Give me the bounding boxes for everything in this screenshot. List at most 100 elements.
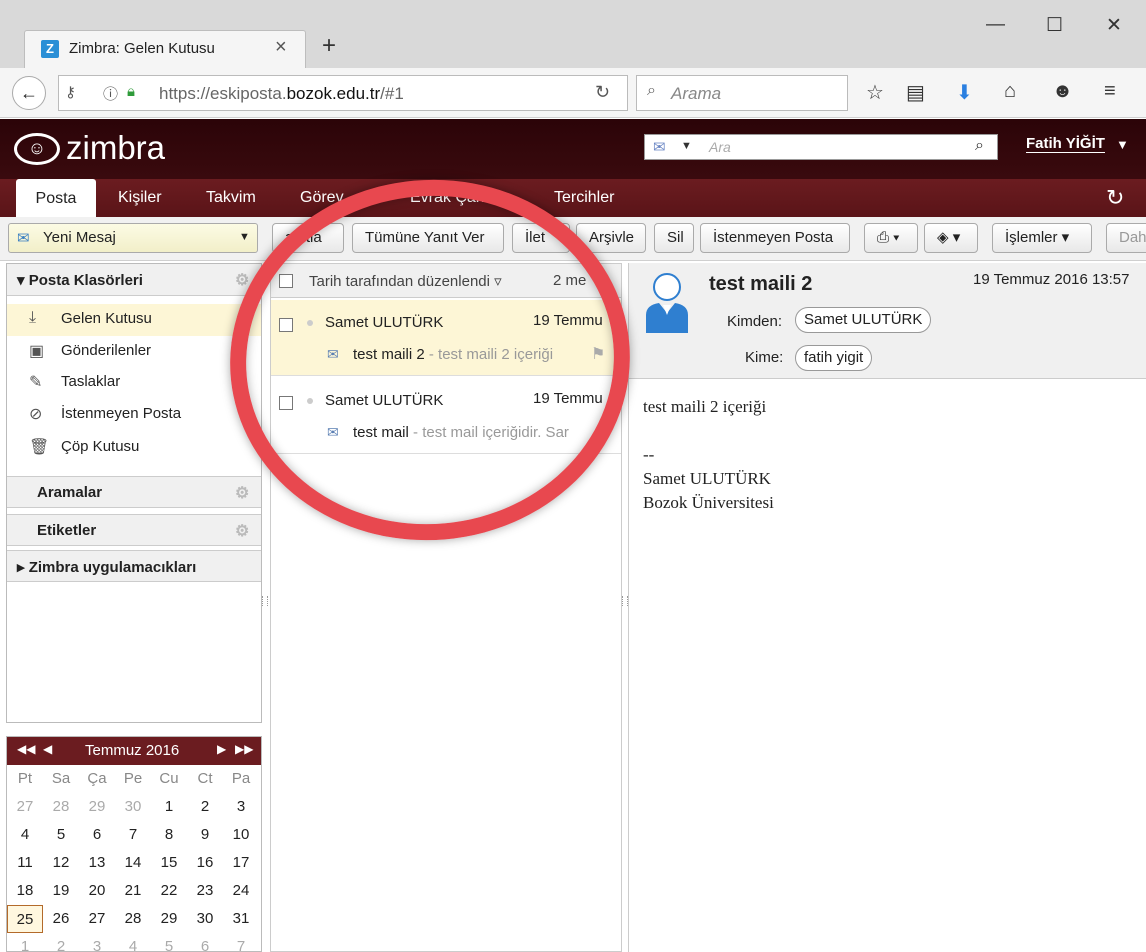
url-bar[interactable]: ⚷ ⓘ 🔒︎ https://eskiposta.bozok.edu.tr/#1… [58,75,628,111]
calendar-day[interactable]: 4 [115,933,151,952]
calendar-day[interactable]: 1 [151,793,187,821]
maximize-icon[interactable]: ☐ [1046,14,1063,37]
next-year-icon[interactable]: ▶▶ [235,742,253,756]
chevron-down-icon[interactable]: ▼ [1116,137,1129,152]
prev-year-icon[interactable]: ◀◀ [17,742,35,756]
calendar-day[interactable]: 19 [43,877,79,905]
calendar-day[interactable]: 28 [115,905,151,933]
from-address-bubble[interactable]: Samet ULUTÜRK [795,307,932,333]
calendar-day[interactable]: 8 [151,821,187,849]
back-arrow-icon[interactable]: ← [12,76,46,110]
calendar-day[interactable]: 29 [79,793,115,821]
home-icon[interactable]: ⌂ [1004,80,1016,103]
more-button[interactable]: Dah [1106,223,1146,253]
calendar-day[interactable]: 17 [223,849,259,877]
calendar-day[interactable]: 14 [115,849,151,877]
menu-icon[interactable]: ≡ [1104,80,1116,103]
reply-all-button[interactable]: Tümüne Yanıt Ver [352,223,504,253]
chevron-down-icon[interactable]: ▼ [239,231,250,243]
print-button[interactable]: ⎙ ▾ [864,223,918,253]
calendar-day[interactable]: 7 [223,933,259,952]
actions-button[interactable]: İşlemler ▾ [992,223,1092,253]
window-close-icon[interactable]: ✕ [1106,14,1122,37]
search-icon[interactable]: ⌕ [975,137,984,155]
message-row[interactable]: Samet ULUTÜRK 19 Temmu ✉ test maili 2 - … [271,300,621,376]
calendar-day[interactable]: 3 [223,793,259,821]
tab-tercihler[interactable]: Tercihler [554,189,614,207]
calendar-day[interactable]: 23 [187,877,223,905]
sidebar-splitter[interactable] [262,596,268,606]
zimlets-header[interactable]: ▸ Zimbra uygulamacıkları [7,550,261,582]
calendar-day[interactable]: 22 [151,877,187,905]
folder-trash[interactable]: 🗑︎ Çöp Kutusu [7,432,261,464]
calendar-day[interactable]: 7 [115,821,151,849]
searches-header[interactable]: Aramalar ⚙ [7,476,261,508]
select-all-checkbox[interactable] [279,274,293,288]
close-tab-icon[interactable]: × [275,36,287,59]
calendar-day[interactable]: 15 [151,849,187,877]
flag-icon[interactable]: ⚑ [591,344,605,364]
calendar-day[interactable]: 2 [187,793,223,821]
calendar-day[interactable]: 21 [115,877,151,905]
chat-icon[interactable]: ☻ [1052,80,1073,103]
gear-icon[interactable]: ⚙ [235,521,249,541]
folder-drafts[interactable]: ✎ Taslaklar [7,367,261,399]
calendar-day[interactable]: 6 [79,821,115,849]
gear-icon[interactable]: ⚙ [235,270,249,290]
sort-label[interactable]: Tarih tarafından düzenlendi ▿ [309,272,502,290]
calendar-day[interactable]: 28 [43,793,79,821]
tab-posta[interactable]: Posta [16,179,96,217]
gear-icon[interactable]: ⚙ [235,483,249,503]
calendar-day[interactable]: 31 [223,905,259,933]
prev-month-icon[interactable]: ◀ [43,742,52,756]
calendar-day[interactable]: 5 [151,933,187,952]
reading-list-icon[interactable]: ▤ [906,80,925,105]
row-checkbox[interactable] [279,396,293,410]
calendar-day[interactable]: 25 [7,905,43,933]
mail-folders-header[interactable]: ▾ Posta Klasörleri ⚙ [7,264,261,296]
delete-button[interactable]: Sil [654,223,694,253]
calendar-day[interactable]: 11 [7,849,43,877]
reload-icon[interactable]: ↻ [595,82,610,103]
archive-button[interactable]: Arşivle [576,223,646,253]
calendar-day[interactable]: 4 [7,821,43,849]
calendar-day[interactable]: 9 [187,821,223,849]
info-icon[interactable]: ⓘ [103,83,118,104]
browser-search-box[interactable]: ⌕ Arama [636,75,848,111]
bookmark-star-icon[interactable]: ☆ [866,80,884,105]
tab-evrak-cantasi[interactable]: Evrak Çantası [410,189,510,207]
new-message-button[interactable]: ✉ Yeni Mesaj ▼ [8,223,258,253]
calendar-day[interactable]: 29 [151,905,187,933]
folder-sent[interactable]: ▣ Gönderilenler [7,336,261,368]
calendar-day[interactable]: 18 [7,877,43,905]
to-address-bubble[interactable]: fatih yigit [795,345,873,371]
user-menu[interactable]: Fatih YİĞİT [1026,135,1105,153]
calendar-day[interactable]: 20 [79,877,115,905]
envelope-icon[interactable]: ✉ [653,138,666,156]
chevron-down-icon[interactable]: ▼ [681,140,692,152]
calendar-day[interactable]: 26 [43,905,79,933]
calendar-day[interactable]: 10 [223,821,259,849]
calendar-day[interactable]: 13 [79,849,115,877]
tab-takvim[interactable]: Takvim [206,189,256,207]
calendar-day[interactable]: 12 [43,849,79,877]
message-row[interactable]: Samet ULUTÜRK 19 Temmu ✉ test mail - tes… [271,378,621,454]
refresh-icon[interactable]: ↻ [1106,185,1124,211]
calendar-day[interactable]: 1 [7,933,43,952]
spam-button[interactable]: İstenmeyen Posta [700,223,850,253]
folder-inbox[interactable]: ⤓ Gelen Kutusu [7,304,261,336]
read-status-dot[interactable] [307,398,313,404]
tab-kisiler[interactable]: Kişiler [118,189,162,207]
calendar-day[interactable]: 2 [43,933,79,952]
calendar-day[interactable]: 3 [79,933,115,952]
next-month-icon[interactable]: ▶ [217,742,226,756]
minimize-icon[interactable]: — [986,14,1005,36]
read-status-dot[interactable] [307,320,313,326]
folder-spam[interactable]: ⊘ İstenmeyen Posta [7,399,261,431]
download-icon[interactable]: ⬇ [956,80,973,105]
tab-gorev[interactable]: Görev [300,189,344,207]
calendar-day[interactable]: 6 [187,933,223,952]
calendar-day[interactable]: 16 [187,849,223,877]
browser-tab[interactable]: Z Zimbra: Gelen Kutusu × [24,30,306,68]
tag-button[interactable]: ◈ ▾ [924,223,978,253]
